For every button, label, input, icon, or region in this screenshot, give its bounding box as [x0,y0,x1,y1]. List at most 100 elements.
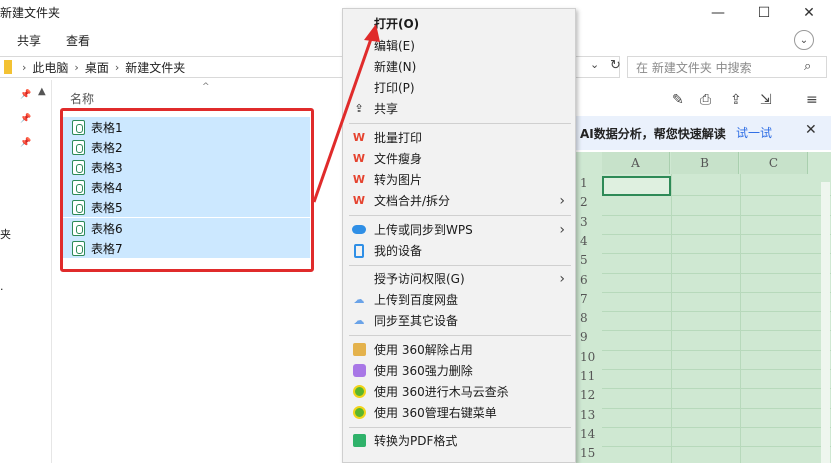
menu-item-upload-wps[interactable]: 上传或同步到WPS › [343,219,575,240]
refresh-icon[interactable]: ↻ [610,58,621,73]
tab-view[interactable]: 查看 [66,32,90,49]
menu-item-baidu-upload[interactable]: ☁ 上传到百度网盘 [343,289,575,310]
row-header: 1 [580,176,588,190]
row-header: 7 [580,291,588,306]
export-icon[interactable]: ⇲ [760,92,772,108]
pin-icon: 📌 [20,138,32,148]
print-icon[interactable]: ⎙ [700,92,711,108]
pin-icon: 📌 [20,114,32,124]
gridline [602,233,831,235]
360-scan-icon [352,406,366,420]
row-header: 6 [580,272,588,287]
row-header: 15 [580,446,596,461]
share-icon[interactable]: ⇪ [730,92,742,108]
spreadsheet-grid [576,152,831,463]
sort-caret-icon: ^ [202,82,210,92]
gridline [602,330,831,332]
pdf-icon [352,434,366,448]
gridline [602,369,831,370]
breadcrumb-desktop[interactable]: 桌面 [85,59,109,76]
arrow-head [364,24,380,42]
360-scan-icon [352,385,366,399]
nav-item-partial-dot: · [0,283,4,296]
baidu-icon: ☁ [353,314,365,327]
menu-item-sync-devices[interactable]: ☁ 同步至其它设备 [343,310,575,331]
gridline [602,311,831,313]
gridline [740,174,741,463]
menu-item-label: 同步至其它设备 [374,314,459,328]
menu-item-label: 使用 360管理右键菜单 [374,406,497,420]
search-input[interactable]: 在 新建文件夹 中搜索 [627,56,827,78]
menu-item-360-delete[interactable]: 使用 360强力删除 [343,360,575,381]
row-header: 3 [580,214,588,229]
chevron-right-icon: › [114,60,120,74]
close-button[interactable]: ✕ [786,2,831,24]
row-header: 14 [580,426,596,441]
address-dropdown-icon[interactable]: ⌄ [590,58,599,71]
folder-icon [4,60,12,74]
menu-item-360-scan[interactable]: 使用 360进行木马云查杀 [343,381,575,402]
chevron-right-icon: › [559,270,565,287]
menu-item-label: 使用 360强力删除 [374,364,473,378]
menu-item-to-pdf[interactable]: 转换为PDF格式 [343,430,575,451]
gridline [602,407,831,409]
chevron-right-icon: › [74,60,79,74]
minimize-button[interactable]: — [695,2,741,24]
vertical-scrollbar[interactable] [821,182,830,463]
selected-cell[interactable] [602,176,671,196]
menu-item-label: 使用 360进行木马云查杀 [374,385,509,399]
chevron-right-icon: › [22,60,27,74]
selection-highlight-box [60,108,314,272]
gridline [602,253,831,255]
row-header: 2 [580,195,588,210]
menu-item-label: 我的设备 [374,244,423,258]
maximize-button[interactable]: ☐ [741,2,787,24]
menu-item-label: 转换为PDF格式 [374,434,458,448]
menu-separator [349,427,571,428]
360-delete-icon [352,364,366,378]
gridline [602,291,831,293]
gridline [602,388,831,390]
row-header: 8 [580,311,588,326]
menu-separator [349,265,571,266]
ai-banner-text: AI数据分析，帮您快速解读 [580,126,726,141]
nav-item-partial[interactable]: 夹 [0,226,11,242]
menu-item-my-device[interactable]: 我的设备 [343,240,575,261]
gridline [671,174,672,463]
scroll-up-icon[interactable]: ▲ [38,86,46,97]
tab-share[interactable]: 共享 [17,32,41,49]
edit-pen-icon[interactable]: ✎ [672,92,684,108]
gridline [602,426,831,428]
menu-separator [349,335,571,336]
row-header: 4 [580,233,588,248]
360-unlock-icon [352,343,366,357]
annotation-arrow [312,24,380,203]
close-icon[interactable]: ✕ [805,122,817,138]
more-icon[interactable]: ≡ [806,92,818,108]
window-title: 新建文件夹 [0,6,61,20]
menu-item-label: 上传到百度网盘 [374,293,459,307]
column-header: B [671,152,739,174]
search-icon[interactable]: ⌕ [804,59,811,74]
gridline [602,272,831,274]
breadcrumb-this-pc[interactable]: 此电脑 [32,59,68,76]
baidu-icon: ☁ [353,293,365,306]
menu-item-360-unlock[interactable]: 使用 360解除占用 [343,339,575,360]
row-header: 13 [580,407,596,422]
column-header: A [602,152,670,174]
menu-item-label: 上传或同步到WPS [374,223,473,237]
menu-item-360-menu[interactable]: 使用 360管理右键菜单 [343,402,575,423]
gridline [602,214,831,216]
breadcrumb-new-folder[interactable]: 新建文件夹 [125,59,185,76]
cloud-icon [352,223,366,237]
gridline [602,349,831,351]
chevron-right-icon: › [559,221,565,238]
pin-icon: 📌 [20,90,32,100]
menu-item-label: 使用 360解除占用 [374,343,473,357]
menu-item-label: 授予访问权限(G) [374,272,465,286]
ai-try-button[interactable]: 试一试 [736,124,772,141]
expand-ribbon-icon[interactable]: ⌄ [794,30,814,50]
column-header-name[interactable]: 名称 [70,90,94,107]
gridline [602,446,831,448]
menu-item-grant-access[interactable]: 授予访问权限(G) › [343,268,575,289]
